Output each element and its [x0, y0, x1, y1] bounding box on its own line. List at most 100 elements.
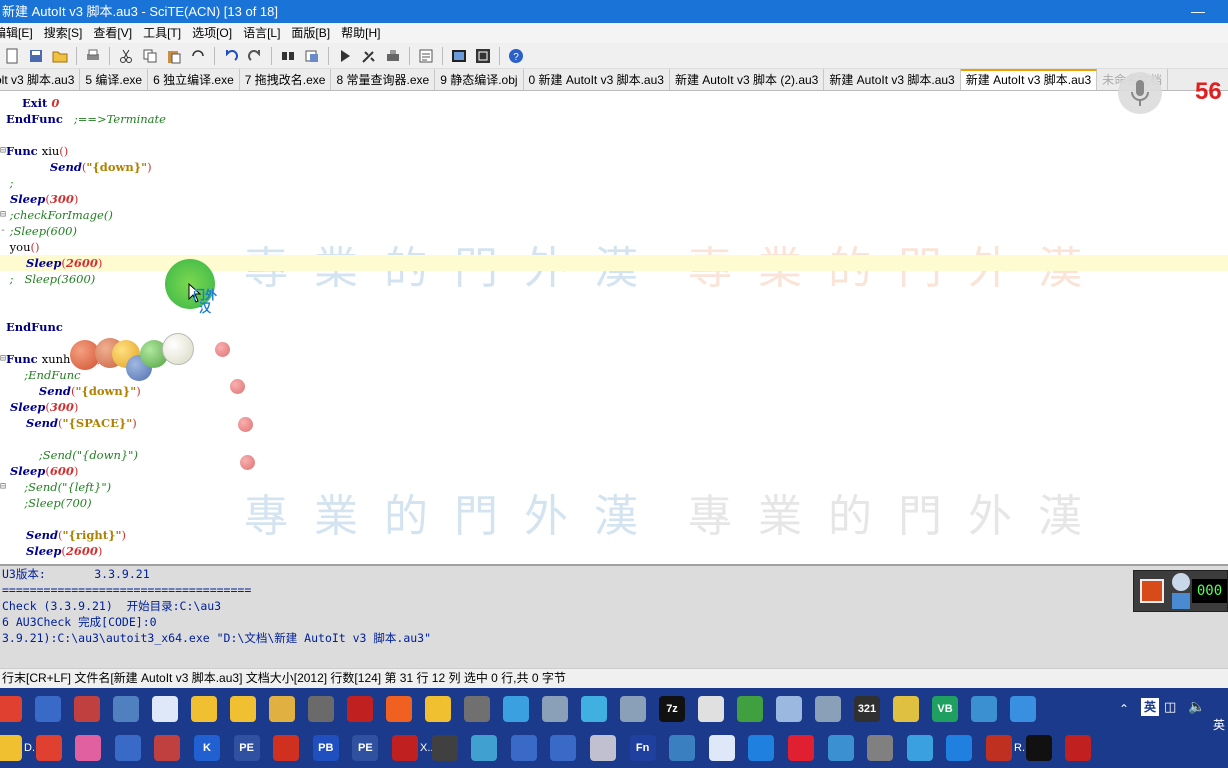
code-line[interactable]: Exit 0 — [0, 95, 1228, 111]
taskbar-app[interactable] — [35, 696, 61, 724]
code-line[interactable] — [0, 511, 1228, 527]
ime-indicator[interactable]: 英 — [1141, 698, 1159, 716]
taskbar-app[interactable] — [273, 735, 300, 763]
menu-language[interactable]: 语言[L] — [239, 23, 287, 43]
tab-file-active[interactable]: 新建 AutoIt v3 脚本.au3 — [960, 69, 1098, 90]
minimize-icon[interactable]: — — [1168, 0, 1228, 23]
code-line[interactable]: ;EndFunc — [0, 367, 1228, 383]
code-line[interactable]: ⊟ ;Send("{left}") — [0, 479, 1228, 495]
cut-icon[interactable] — [116, 47, 136, 65]
code-line[interactable]: Send("{down}") — [0, 159, 1228, 175]
taskbar-app[interactable] — [152, 696, 178, 724]
code-line[interactable]: EndFunc — [0, 319, 1228, 335]
tab-file-4[interactable]: 7 拖拽改名.exe — [239, 69, 332, 90]
menu-search[interactable]: 搜索[S] — [40, 23, 90, 43]
copy-icon[interactable] — [140, 47, 160, 65]
fold-marker-icon[interactable]: ⊟ — [0, 479, 6, 495]
fold-marker-icon[interactable]: ⊟ — [0, 143, 6, 159]
tab-file-7[interactable]: 0 新建 AutoIt v3 脚本.au3 — [523, 69, 670, 90]
menu-help[interactable]: 帮助[H] — [337, 23, 387, 43]
tab-file-1[interactable]: olt v3 脚本.au3 — [0, 69, 81, 90]
code-line[interactable]: ;Send("{down}") — [0, 447, 1228, 463]
replace-icon[interactable] — [302, 47, 322, 65]
tab-file-2[interactable]: 5 编译.exe — [80, 69, 149, 90]
taskbar-app[interactable] — [425, 696, 451, 724]
taskbar-app[interactable] — [35, 735, 62, 763]
ime-indicator-small[interactable]: 英 — [1213, 716, 1225, 733]
taskbar-app[interactable] — [788, 735, 814, 763]
help-icon[interactable]: ? — [506, 47, 526, 65]
taskbar-app[interactable] — [542, 696, 568, 724]
code-editor[interactable]: 專業的門外漢 專業的門外漢 專業的門外漢 專業的門外漢 Exit 0EndFun… — [0, 92, 1228, 562]
output-pane[interactable]: U3版本: 3.3.9.21 ==========================… — [0, 564, 1228, 668]
taskbar-app[interactable]: VB — [932, 696, 958, 724]
taskbar-app[interactable] — [74, 696, 100, 724]
code-line[interactable]: Send("{right}") — [0, 527, 1228, 543]
save-all-icon[interactable] — [26, 47, 46, 65]
build-icon[interactable] — [383, 47, 403, 65]
taskbar-app[interactable] — [113, 696, 139, 724]
volume-icon[interactable]: 🔈 — [1188, 698, 1205, 715]
network-icon[interactable]: ◫ — [1164, 699, 1176, 715]
taskbar-app[interactable] — [347, 696, 373, 724]
redo-icon[interactable] — [245, 47, 265, 65]
delete-icon[interactable] — [188, 47, 208, 65]
taskbar-app[interactable] — [386, 696, 412, 724]
taskbar-app[interactable] — [893, 696, 919, 724]
new-icon[interactable] — [2, 47, 22, 65]
stop-record-button[interactable] — [1140, 579, 1164, 603]
taskbar-app[interactable] — [669, 735, 696, 763]
tab-file-8[interactable]: 新建 AutoIt v3 脚本 (2).au3 — [669, 69, 825, 90]
taskbar-app[interactable] — [1010, 696, 1036, 724]
taskbar-app[interactable] — [75, 735, 102, 763]
taskbar-app[interactable] — [308, 696, 334, 724]
run-icon[interactable] — [335, 47, 355, 65]
compile-icon[interactable] — [359, 47, 379, 65]
taskbar-app[interactable] — [708, 735, 735, 763]
taskbar-app[interactable]: PE — [352, 735, 379, 763]
taskbar-app[interactable] — [503, 696, 529, 724]
taskbar-app[interactable] — [0, 696, 22, 724]
fold-marker-icon[interactable]: ⊟ — [0, 351, 6, 367]
fold-marker-icon[interactable]: ⊟ — [0, 207, 6, 223]
code-line[interactable]: EndFunc ;==>Terminate — [0, 111, 1228, 127]
taskbar-app[interactable] — [154, 735, 181, 763]
tab-file-6[interactable]: 9 静态编译.obj — [435, 69, 524, 90]
taskbar-app[interactable] — [581, 696, 607, 724]
menu-tools[interactable]: 工具[T] — [139, 23, 188, 43]
taskbar-app[interactable] — [550, 735, 577, 763]
taskbar-app[interactable] — [1025, 735, 1052, 763]
menu-view[interactable]: 查看[V] — [89, 23, 139, 43]
open-icon[interactable] — [50, 47, 70, 65]
tab-file-9[interactable]: 新建 AutoIt v3 脚本.au3 — [824, 69, 961, 90]
taskbar-app[interactable] — [776, 696, 802, 724]
taskbar-app[interactable] — [906, 735, 933, 763]
taskbar-app[interactable] — [827, 735, 854, 763]
code-line[interactable]: - ;Sleep(600) — [0, 223, 1228, 239]
taskbar-app[interactable]: R... — [986, 735, 1031, 763]
fullscreen-icon[interactable] — [473, 47, 493, 65]
window-icon[interactable] — [449, 47, 469, 65]
fold-marker-icon[interactable]: - — [0, 223, 6, 239]
print-icon[interactable] — [83, 47, 103, 65]
code-line[interactable]: ; — [0, 175, 1228, 191]
undo-icon[interactable] — [221, 47, 241, 65]
paste-icon[interactable] — [164, 47, 184, 65]
taskbar-app[interactable] — [737, 696, 763, 724]
taskbar-app[interactable] — [510, 735, 537, 763]
taskbar-app[interactable] — [620, 696, 646, 724]
chevron-up-icon[interactable]: ⌃ — [1119, 702, 1129, 716]
taskbar-app[interactable] — [748, 735, 775, 763]
taskbar-app[interactable] — [191, 696, 217, 724]
taskbar-app[interactable]: Fn — [629, 735, 656, 763]
taskbar-app[interactable] — [815, 696, 841, 724]
taskbar-app[interactable]: 7z — [659, 696, 685, 724]
taskbar-app[interactable]: 321 — [854, 696, 880, 724]
taskbar-app[interactable] — [230, 696, 256, 724]
code-line[interactable]: Sleep(2600) — [0, 543, 1228, 559]
taskbar-app[interactable] — [946, 735, 973, 763]
taskbar-app[interactable] — [698, 696, 724, 724]
pause-button[interactable] — [1172, 593, 1190, 609]
taskbar-app[interactable]: X... — [392, 735, 437, 763]
taskbar-app[interactable]: PE — [233, 735, 260, 763]
